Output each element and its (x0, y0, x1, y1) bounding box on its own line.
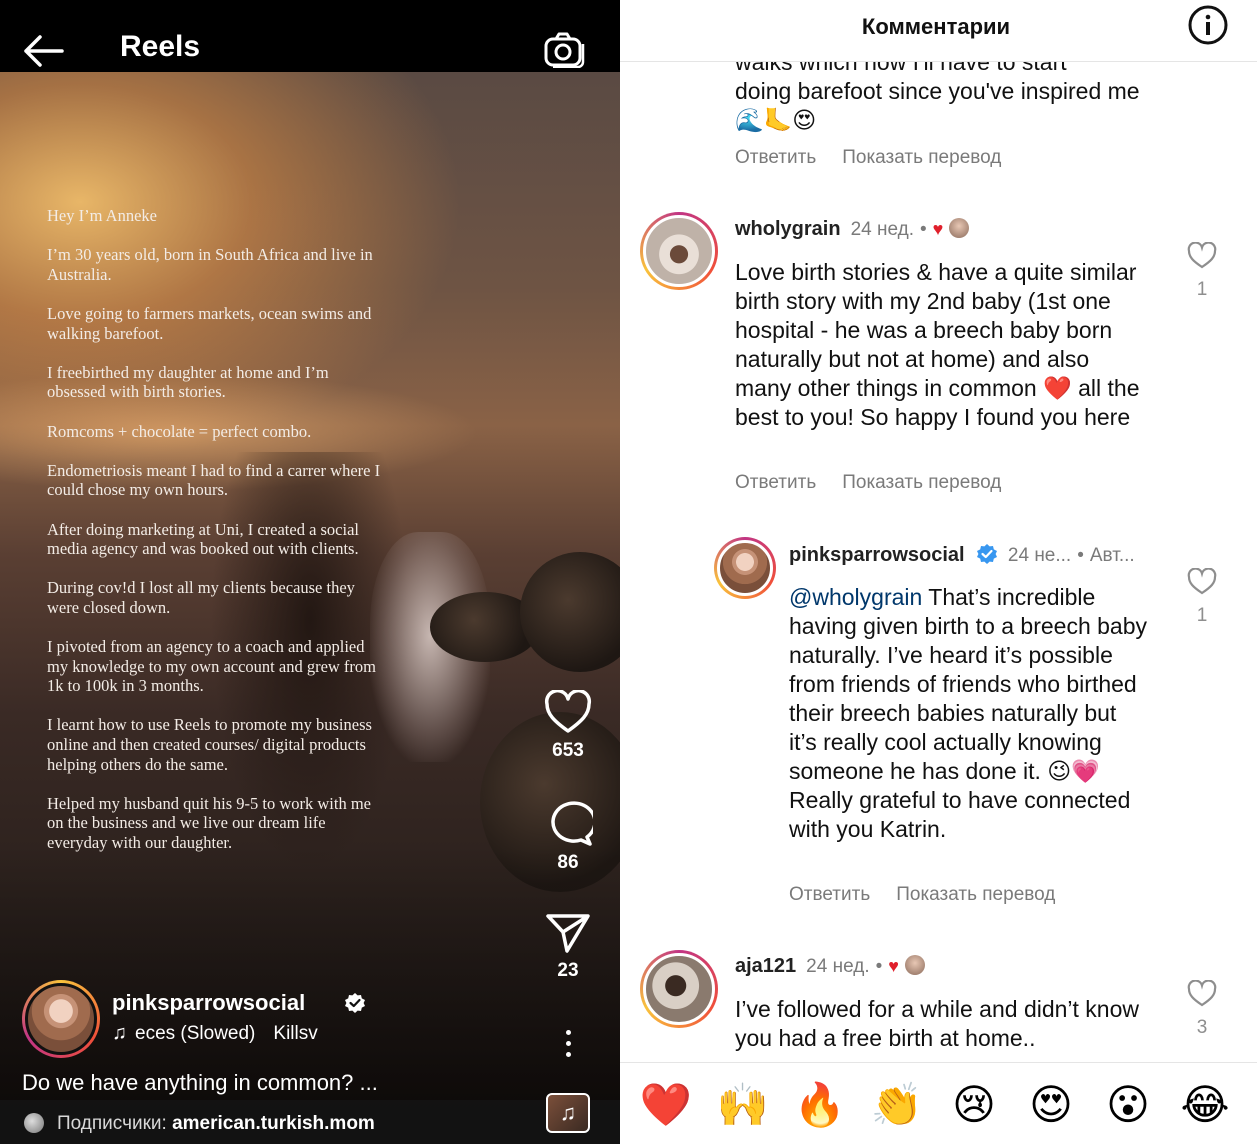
paper-plane-icon[interactable] (545, 912, 591, 954)
like-count: 653 (552, 740, 584, 761)
music-track: eces (Slowed) (135, 1023, 256, 1044)
more-vertical-icon[interactable] (562, 1030, 574, 1063)
comment-like: 3 (1182, 980, 1222, 1039)
heart-icon[interactable] (1187, 980, 1217, 1007)
reel-overlay-text: Hey I’m Anneke I’m 30 years old, born in… (47, 206, 387, 872)
followers-label: Подписчики: (57, 1113, 173, 1134)
share-action: 23 (530, 912, 606, 982)
overlay-line: Endometriosis meant I had to find a carr… (47, 460, 381, 500)
comment-meta: aja121 24 нед. • ♥ (735, 955, 925, 978)
reply-button[interactable]: Ответить (735, 472, 816, 493)
reel-caption[interactable]: Do we have anything in common? ... (22, 1070, 378, 1096)
comment-meta: pinksparrowsocial 24 не... • Авт... (789, 544, 1135, 566)
info-icon[interactable] (1187, 4, 1229, 46)
translate-button[interactable]: Показать перевод (842, 472, 1001, 493)
comment-text-content: That’s incredible having given birth to … (789, 584, 1148, 842)
reply-button[interactable]: Ответить (789, 884, 870, 905)
comment-actions: Ответить Показать перевод (789, 884, 1055, 906)
followers-text: Подписчики: american.turkish.mom (57, 1113, 375, 1135)
verified-badge-icon (976, 544, 997, 564)
overlay-line: Love going to farmers markets, ocean swi… (47, 303, 372, 343)
avatar[interactable] (640, 212, 718, 290)
music-note-icon: ♫ (112, 1022, 127, 1044)
overlay-line: Hey I’m Anneke (47, 206, 157, 225)
quick-reactions-bar: ❤️ 🙌 🔥 👏 😢 😍 😮 😂 (620, 1062, 1257, 1144)
comment-time: 24 нед. (850, 219, 914, 240)
share-count: 23 (557, 960, 579, 981)
avatar[interactable] (640, 950, 718, 1028)
music-info[interactable]: ♫ eces (Slowed) Killsv (112, 1022, 318, 1045)
emoji-heart-eyes-button[interactable]: 😍 (1023, 1081, 1079, 1129)
avatar[interactable] (22, 980, 100, 1058)
comment-action: 86 (530, 800, 606, 874)
comments-title: Комментарии (861, 14, 1011, 39)
overlay-line: I freebirthed my daughter at home and I’… (47, 362, 329, 402)
avatar[interactable] (714, 537, 776, 599)
comment-like-count: 1 (1196, 605, 1208, 626)
comment-like: 1 (1182, 568, 1222, 627)
comment-time: 24 не... (1007, 545, 1072, 566)
emoji-crying-button[interactable]: 😢 (946, 1081, 1002, 1129)
comment-count: 86 (557, 852, 579, 873)
audio-thumbnail[interactable]: ♫ (546, 1093, 590, 1133)
comment-like-count: 1 (1196, 279, 1208, 300)
comment-actions: Ответить Показать перевод (735, 147, 1001, 169)
comment-bubble-icon[interactable] (543, 800, 593, 846)
followers-user: american.turkish.mom (172, 1113, 375, 1134)
follower-avatar (24, 1113, 44, 1133)
comment-text: Love birth stories & have a quite simila… (735, 259, 1140, 430)
comment-like-count: 3 (1196, 1017, 1208, 1038)
comment-username[interactable]: pinksparrowsocial (789, 544, 965, 566)
author-like-avatar (949, 218, 970, 238)
emoji-surprised-button[interactable]: 😮 (1100, 1081, 1156, 1129)
comment-meta: wholygrain 24 нед. • ♥ (735, 218, 970, 241)
page-title: Reels (120, 30, 201, 63)
comment-username[interactable]: wholygrain (735, 218, 841, 240)
comment-username[interactable]: aja121 (735, 955, 796, 977)
overlay-line: Romcoms + chocolate = perfect combo. (47, 421, 312, 441)
comments-header: Комментарии (620, 0, 1257, 62)
verified-badge-icon (345, 993, 365, 1013)
reels-panel: Reels Hey I’m Anneke I’m 30 years old, b… (0, 0, 620, 1144)
heart-icon[interactable] (1187, 568, 1217, 595)
comment-text: @wholygrain That’s incredible having giv… (789, 583, 1149, 844)
heart-icon: ♥ (932, 219, 944, 239)
music-artist: Killsv (273, 1023, 318, 1044)
comments-panel: Комментарии walks which now I'll have to… (620, 0, 1257, 1144)
reel-author: pinksparrowsocial ♫ eces (Slowed) Killsv (22, 980, 542, 1060)
mention-link[interactable]: @wholygrain (789, 584, 922, 610)
comment-like: 1 (1182, 242, 1222, 301)
author-like-avatar (904, 955, 925, 975)
followers-bar[interactable]: Подписчики: american.turkish.mom (0, 1100, 620, 1144)
camera-icon[interactable] (543, 32, 585, 68)
comment-text: I’ve followed for a while and didn’t kno… (735, 996, 1140, 1051)
arrow-left-icon[interactable] (22, 34, 64, 68)
emoji-joy-button[interactable]: 😂 (1177, 1081, 1233, 1129)
heart-icon[interactable] (544, 690, 592, 734)
emoji-raised-hands-button[interactable]: 🙌 (715, 1081, 771, 1129)
overlay-line: During cov!d I lost all my clients becau… (47, 578, 355, 617)
overlay-line: After doing marketing at Uni, I created … (47, 519, 360, 559)
heart-icon: ♥ (888, 956, 899, 976)
heart-icon[interactable] (1187, 242, 1217, 269)
overlay-line: I pivoted from an agency to a coach and … (47, 637, 377, 696)
emoji-clapping-button[interactable]: 👏 (869, 1081, 925, 1129)
translate-button[interactable]: Показать перевод (896, 884, 1055, 905)
author-username[interactable]: pinksparrowsocial (112, 990, 305, 1016)
translate-button[interactable]: Показать перевод (842, 147, 1001, 168)
overlay-line: I’m 30 years old, born in South Africa a… (47, 245, 373, 284)
comment-actions: Ответить Показать перевод (735, 472, 1001, 494)
reply-button[interactable]: Ответить (735, 147, 816, 168)
like-action: 653 (530, 690, 606, 762)
reels-header: Reels (0, 0, 620, 72)
comment-time: 24 нед. (806, 956, 870, 977)
comment-text: doing barefoot since you've inspired me … (735, 78, 1140, 133)
emoji-red-heart-button[interactable]: ❤️ (638, 1081, 694, 1129)
author-tag: Авт... (1089, 545, 1135, 566)
overlay-line: Helped my husband quit his 9-5 to work w… (47, 793, 372, 852)
overlay-line: I learnt how to use Reels to promote my … (47, 715, 372, 774)
emoji-fire-button[interactable]: 🔥 (792, 1081, 848, 1129)
